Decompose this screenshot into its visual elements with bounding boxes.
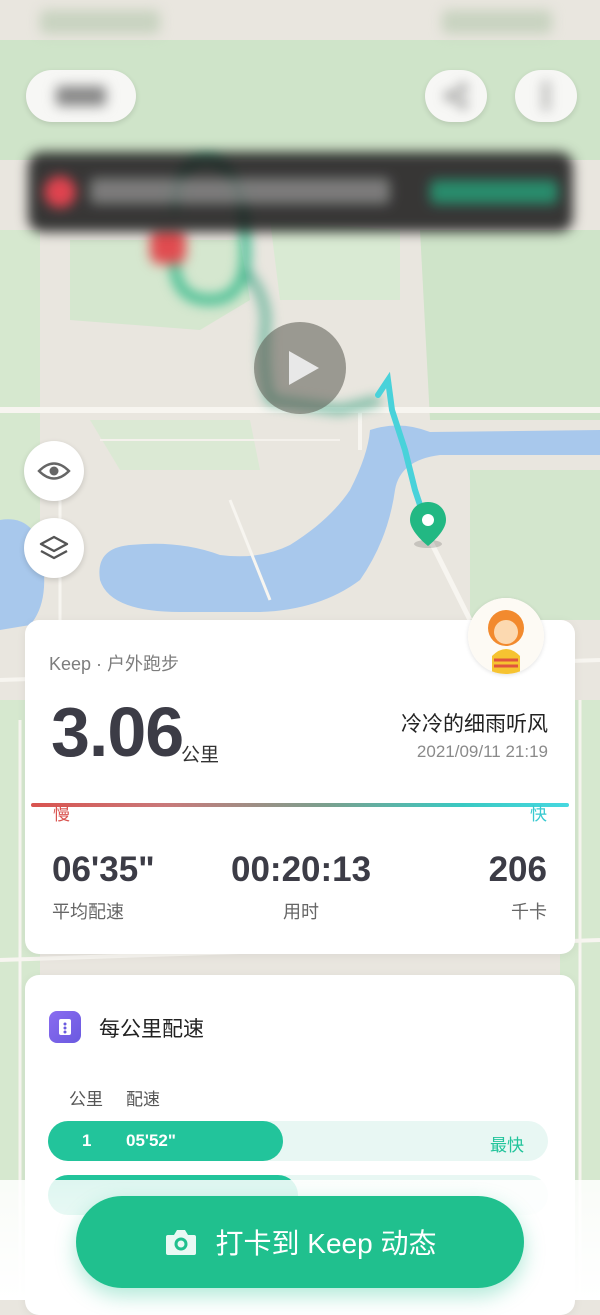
pace-section-title: 每公里配速 [99, 1018, 204, 1041]
visibility-toggle-button[interactable] [24, 441, 84, 501]
stat-average-pace: 06'35" 平均配速 [52, 850, 155, 924]
stat-duration: 00:20:13 用时 [231, 850, 371, 924]
share-icon [445, 84, 467, 108]
user-avatar[interactable] [468, 598, 544, 674]
avatar-image [468, 598, 544, 674]
slow-label: 慢 [53, 805, 70, 824]
end-location-pin-icon [406, 500, 450, 555]
fastest-tag: 最快 [490, 1136, 524, 1155]
check-in-label: 打卡到 Keep 动态 [215, 1228, 437, 1259]
back-button[interactable] [26, 70, 136, 122]
calories-value: 206 [488, 850, 547, 889]
eye-icon [37, 462, 71, 480]
play-icon [289, 351, 319, 385]
replay-button[interactable] [254, 322, 346, 414]
run-datetime: 2021/09/11 21:19 [416, 742, 548, 761]
calories-label: 千卡 [511, 902, 547, 922]
distance-unit: 公里 [181, 745, 220, 766]
distance-value: 3.06 [51, 693, 184, 771]
activity-source: Keep · 户外跑步 [49, 654, 180, 674]
share-button[interactable] [425, 70, 487, 122]
average-pace-value: 06'35" [52, 850, 155, 889]
notice-banner[interactable] [28, 152, 573, 232]
pace-section-icon [49, 1011, 81, 1043]
more-vertical-icon [543, 83, 549, 109]
username[interactable]: 冷冷的细雨听风 [401, 708, 548, 738]
notice-icon [44, 176, 76, 208]
column-header-km: 公里 [69, 1090, 103, 1109]
pace-row: 1 05'52" 最快 [48, 1121, 548, 1161]
pace-row-km: 1 [82, 1131, 92, 1150]
layers-icon [39, 535, 69, 560]
map-layers-button[interactable] [24, 518, 84, 578]
stat-calories: 206 千卡 [489, 850, 547, 924]
pace-row-pace: 05'52" [126, 1131, 176, 1150]
pace-gradient-bar [31, 803, 569, 807]
check-in-button[interactable]: 打卡到 Keep 动态 [76, 1196, 524, 1288]
duration-value: 00:20:13 [231, 850, 372, 889]
column-header-pace: 配速 [126, 1090, 160, 1109]
camera-icon [164, 1227, 198, 1257]
status-bar [0, 0, 600, 46]
average-pace-label: 平均配速 [52, 902, 124, 922]
duration-label: 用时 [283, 902, 319, 922]
more-button[interactable] [515, 70, 577, 122]
fast-label: 快 [530, 805, 547, 824]
